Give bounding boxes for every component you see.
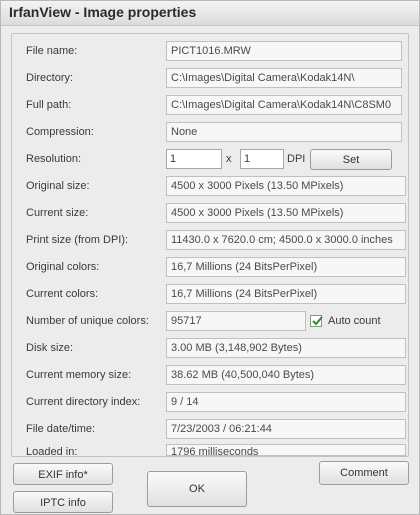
directory-index-label: Current directory index: (26, 396, 141, 408)
memory-size-label: Current memory size: (26, 369, 132, 381)
ok-button[interactable]: OK (147, 471, 247, 507)
current-size-field: 4500 x 3000 Pixels (13.50 MPixels) (166, 203, 406, 223)
unique-colors-field: 95717 (166, 311, 306, 331)
print-size-label: Print size (from DPI): (26, 234, 129, 246)
row-current-colors: Current colors: 16,7 Millions (24 BitsPe… (12, 284, 408, 304)
set-resolution-button[interactable]: Set (310, 149, 392, 170)
loaded-in-field: 1796 milliseconds (166, 444, 406, 456)
compression-label: Compression: (26, 126, 94, 138)
row-disk-size: Disk size: 3.00 MB (3,148,902 Bytes) (12, 338, 408, 358)
disk-size-field: 3.00 MB (3,148,902 Bytes) (166, 338, 406, 358)
directory-field[interactable]: C:\Images\Digital Camera\Kodak14N\ (166, 68, 402, 88)
file-name-field[interactable]: PICT1016.MRW (166, 41, 402, 61)
row-directory-index: Current directory index: 9 / 14 (12, 392, 408, 412)
original-size-label: Original size: (26, 180, 90, 192)
row-file-datetime: File date/time: 7/23/2003 / 06:21:44 (12, 419, 408, 439)
directory-index-field: 9 / 14 (166, 392, 406, 412)
auto-count-label[interactable]: Auto count (328, 315, 381, 327)
original-colors-field: 16,7 Millions (24 BitsPerPixel) (166, 257, 406, 277)
file-datetime-label: File date/time: (26, 423, 96, 435)
dpi-unit-label: DPI (287, 153, 306, 165)
compression-field: None (166, 122, 402, 142)
resolution-separator: x (226, 153, 232, 165)
window-title: IrfanView - Image properties (9, 4, 197, 20)
row-directory: Directory: C:\Images\Digital Camera\Koda… (12, 68, 408, 88)
row-original-size: Original size: 4500 x 3000 Pixels (13.50… (12, 176, 408, 196)
title-bar[interactable]: IrfanView - Image properties (1, 1, 419, 26)
row-current-size: Current size: 4500 x 3000 Pixels (13.50 … (12, 203, 408, 223)
resolution-label: Resolution: (26, 153, 82, 165)
checkmark-icon (312, 316, 323, 326)
disk-size-label: Disk size: (26, 342, 74, 354)
row-full-path: Full path: C:\Images\Digital Camera\Koda… (12, 95, 408, 115)
full-path-label: Full path: (26, 99, 72, 111)
directory-label: Directory: (26, 72, 74, 84)
current-size-label: Current size: (26, 207, 89, 219)
row-loaded-in: Loaded in: 1796 milliseconds (12, 444, 408, 458)
file-name-label: File name: (26, 45, 78, 57)
file-datetime-field: 7/23/2003 / 06:21:44 (166, 419, 406, 439)
iptc-info-button[interactable]: IPTC info (13, 491, 113, 513)
original-colors-label: Original colors: (26, 261, 100, 273)
current-colors-field: 16,7 Millions (24 BitsPerPixel) (166, 284, 406, 304)
full-path-field[interactable]: C:\Images\Digital Camera\Kodak14N\C8SM0 (166, 95, 402, 115)
row-resolution: Resolution: 1 x 1 DPI Set (12, 149, 408, 170)
image-properties-dialog: IrfanView - Image properties File name: … (0, 0, 420, 515)
row-compression: Compression: None (12, 122, 408, 142)
row-print-size: Print size (from DPI): 11430.0 x 7620.0 … (12, 230, 408, 250)
current-colors-label: Current colors: (26, 288, 99, 300)
row-unique-colors: Number of unique colors: 95717 Auto coun… (12, 311, 408, 331)
unique-colors-label: Number of unique colors: (26, 315, 149, 327)
auto-count-checkbox[interactable] (310, 315, 323, 327)
resolution-y-input[interactable]: 1 (240, 149, 284, 169)
original-size-field: 4500 x 3000 Pixels (13.50 MPixels) (166, 176, 406, 196)
row-memory-size: Current memory size: 38.62 MB (40,500,04… (12, 365, 408, 385)
comment-button[interactable]: Comment (319, 461, 409, 485)
properties-panel: File name: PICT1016.MRW Directory: C:\Im… (11, 33, 409, 458)
exif-info-button[interactable]: EXIF info* (13, 463, 113, 485)
print-size-field: 11430.0 x 7620.0 cm; 4500.0 x 3000.0 inc… (166, 230, 406, 250)
resolution-x-input[interactable]: 1 (166, 149, 222, 169)
memory-size-field: 38.62 MB (40,500,040 Bytes) (166, 365, 406, 385)
row-original-colors: Original colors: 16,7 Millions (24 BitsP… (12, 257, 408, 277)
loaded-in-label: Loaded in: (26, 446, 78, 458)
row-file-name: File name: PICT1016.MRW (12, 41, 408, 61)
